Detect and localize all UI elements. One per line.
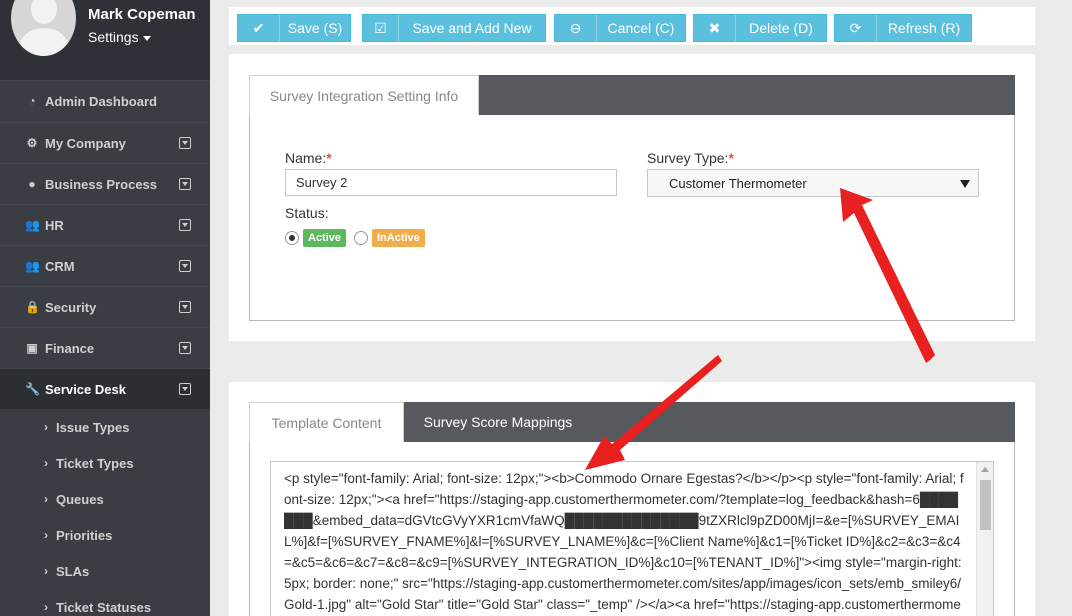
sidebar-item-business-process[interactable]: ● Business Process [0, 163, 210, 204]
edit-icon: ☑ [363, 15, 399, 41]
caret-down-icon [142, 35, 151, 41]
expand-icon [179, 219, 191, 231]
sidebar-item-finance[interactable]: ▣ Finance [0, 327, 210, 368]
delete-button[interactable]: ✖ Delete (D) [693, 14, 827, 42]
sidebar-subitem-slas[interactable]: › SLAs [0, 553, 210, 589]
gear-icon: ⚙ [26, 136, 38, 150]
sidebar-item-security[interactable]: 🔒 Security [0, 286, 210, 327]
sidebar-item-my-company[interactable]: ⚙ My Company [0, 122, 210, 163]
chevron-right-icon: › [44, 564, 48, 578]
chevron-right-icon: › [44, 600, 48, 614]
template-content-textarea[interactable]: <p style="font-family: Arial; font-size:… [270, 461, 994, 616]
sidebar: Mark Copeman Settings ◔ Admin Dashboard ⚙… [0, 0, 210, 616]
info-tab-content [249, 115, 1015, 321]
minus-circle-icon: ⊖ [555, 15, 597, 41]
user-name: Mark Copeman [88, 6, 196, 23]
name-label: Name:* [285, 150, 332, 166]
wrench-icon: 🔧 [25, 382, 40, 396]
status-inactive-badge: InActive [372, 229, 425, 247]
save-and-add-new-button[interactable]: ☑ Save and Add New [362, 14, 546, 42]
sidebar-subitem-priorities[interactable]: › Priorities [0, 517, 210, 553]
sidebar-subitem-issue-types[interactable]: › Issue Types [0, 409, 210, 445]
chevron-right-icon: › [44, 420, 48, 434]
check-icon: ✔ [238, 15, 280, 41]
users-icon: 👥 [25, 259, 40, 273]
tab-survey-score-mappings[interactable]: Survey Score Mappings [404, 402, 592, 442]
close-icon: ✖ [694, 15, 736, 41]
expand-icon [179, 137, 191, 149]
avatar[interactable] [11, 0, 76, 56]
status-label: Status: [285, 205, 329, 221]
name-input[interactable]: Survey 2 [285, 169, 617, 196]
status-active-radio[interactable] [285, 231, 299, 245]
refresh-button[interactable]: ⟳ Refresh (R) [834, 14, 972, 42]
tab-survey-integration-info[interactable]: Survey Integration Setting Info [249, 75, 479, 115]
textarea-scrollbar[interactable] [976, 462, 993, 616]
status-inactive-radio[interactable] [354, 231, 368, 245]
settings-dropdown[interactable]: Settings [88, 29, 151, 45]
chevron-right-icon: › [44, 456, 48, 470]
users-icon: 👥 [25, 218, 40, 232]
expand-icon [179, 260, 191, 272]
sidebar-item-crm[interactable]: 👥 CRM [0, 245, 210, 286]
expand-icon [179, 301, 191, 313]
caret-down-icon [960, 180, 970, 188]
sidebar-item-service-desk[interactable]: 🔧 Service Desk [0, 368, 210, 409]
tab-template-content[interactable]: Template Content [249, 402, 404, 442]
expand-icon [179, 342, 191, 354]
survey-type-label: Survey Type:* [647, 150, 734, 166]
scroll-up-icon [981, 467, 989, 472]
save-button[interactable]: ✔ Save (S) [237, 14, 351, 42]
template-content-text: <p style="font-family: Arial; font-size:… [284, 471, 964, 612]
sidebar-item-admin-dashboard[interactable]: ◔ Admin Dashboard [0, 80, 210, 121]
cancel-button[interactable]: ⊖ Cancel (C) [554, 14, 686, 42]
sidebar-subitem-ticket-types[interactable]: › Ticket Types [0, 445, 210, 481]
chevron-right-icon: › [44, 528, 48, 542]
expand-icon [179, 178, 191, 190]
sidebar-subitem-queues[interactable]: › Queues [0, 481, 210, 517]
sidebar-item-hr[interactable]: 👥 HR [0, 204, 210, 245]
survey-type-select[interactable]: Customer Thermometer [647, 169, 979, 197]
lock-icon: 🔒 [25, 300, 40, 314]
user-profile: Mark Copeman Settings [0, 0, 210, 80]
chevron-right-icon: › [44, 492, 48, 506]
status-active-badge: Active [303, 229, 347, 247]
refresh-icon: ⟳ [835, 15, 877, 41]
globe-icon: ● [28, 177, 36, 191]
sidebar-subitem-ticket-statuses[interactable]: › Ticket Statuses [0, 589, 210, 616]
collapse-icon [179, 383, 191, 395]
dashboard-icon: ◔ [28, 94, 36, 108]
scroll-thumb[interactable] [980, 480, 991, 530]
finance-icon: ▣ [26, 341, 38, 355]
